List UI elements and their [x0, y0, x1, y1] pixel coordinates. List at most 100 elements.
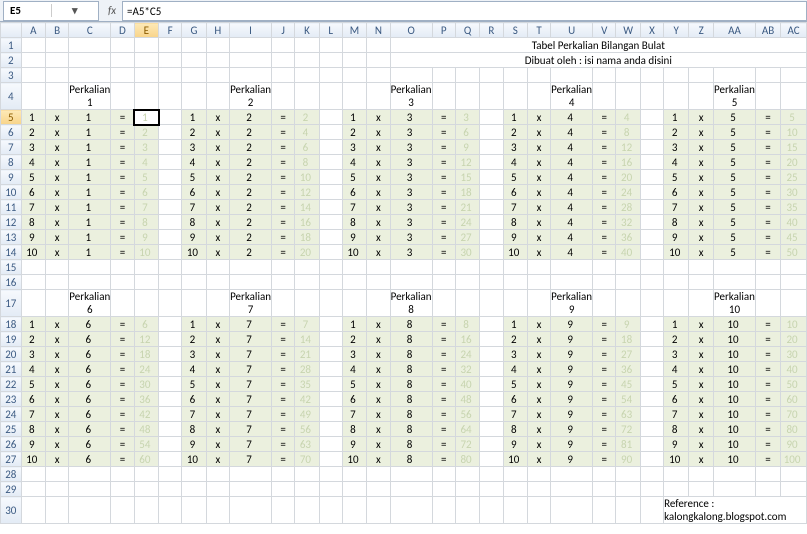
cell-C26[interactable]: 6	[69, 437, 111, 452]
cell-F9[interactable]	[159, 170, 182, 185]
cell-Q17[interactable]	[455, 290, 479, 317]
cell-I13[interactable]: 2	[230, 230, 272, 245]
cell-L11[interactable]	[319, 200, 342, 215]
cell-B21[interactable]: x	[46, 362, 69, 377]
cell-R23[interactable]	[480, 392, 503, 407]
cell-F17[interactable]	[159, 290, 182, 317]
cell-J12[interactable]: =	[272, 215, 295, 230]
cell-Z26[interactable]: x	[689, 437, 714, 452]
cell-D28[interactable]	[111, 467, 134, 482]
cell-J13[interactable]: =	[272, 230, 295, 245]
cell-X23[interactable]	[640, 392, 663, 407]
cell-R5[interactable]	[480, 110, 503, 125]
cell-J16[interactable]	[272, 275, 295, 290]
cell-X25[interactable]	[640, 422, 663, 437]
cell-V30[interactable]	[593, 497, 616, 524]
cell-I27[interactable]: 7	[230, 452, 272, 467]
cell-T24[interactable]: x	[527, 407, 550, 422]
cell-V10[interactable]: =	[593, 185, 616, 200]
cell-D21[interactable]: =	[111, 362, 134, 377]
cell-F19[interactable]	[159, 332, 182, 347]
cell-O8[interactable]: 3	[390, 155, 432, 170]
cell-AB9[interactable]: =	[755, 170, 780, 185]
cell-M12[interactable]: 8	[342, 215, 366, 230]
cell-V24[interactable]: =	[593, 407, 616, 422]
cell-J23[interactable]: =	[272, 392, 295, 407]
cell-M27[interactable]: 10	[342, 452, 366, 467]
col-header-E[interactable]: E	[134, 23, 158, 38]
cell-D29[interactable]	[111, 482, 134, 497]
cell-K5[interactable]: 2	[295, 110, 319, 125]
cell-B18[interactable]: x	[46, 317, 69, 332]
cell-B14[interactable]: x	[46, 245, 69, 260]
row-header-2[interactable]: 2	[1, 53, 22, 68]
cell-B24[interactable]: x	[46, 407, 69, 422]
cell-F27[interactable]	[159, 452, 182, 467]
cell-S25[interactable]: 8	[503, 422, 527, 437]
cell-V6[interactable]: =	[593, 125, 616, 140]
cell-A7[interactable]: 3	[21, 140, 45, 155]
cell-R11[interactable]	[480, 200, 503, 215]
cell-O6[interactable]: 3	[390, 125, 432, 140]
cell-L15[interactable]	[319, 260, 342, 275]
cell-D19[interactable]: =	[111, 332, 134, 347]
cell-C13[interactable]: 1	[69, 230, 111, 245]
cell-L4[interactable]	[319, 83, 342, 110]
cell-W7[interactable]: 12	[616, 140, 640, 155]
cell-A17[interactable]	[21, 290, 45, 317]
cell-P20[interactable]: =	[432, 347, 455, 362]
cell-K20[interactable]: 21	[295, 347, 319, 362]
cell-K17[interactable]	[295, 290, 319, 317]
cell-A22[interactable]: 5	[21, 377, 45, 392]
cell-M16[interactable]	[342, 275, 366, 290]
cell-O18[interactable]: 8	[390, 317, 432, 332]
cell-W18[interactable]: 9	[616, 317, 640, 332]
cell-L22[interactable]	[319, 377, 342, 392]
cell-B4[interactable]	[46, 83, 69, 110]
cell-R25[interactable]	[480, 422, 503, 437]
cell-AC9[interactable]: 25	[781, 170, 807, 185]
cell-C16[interactable]	[69, 275, 111, 290]
cell-Y17[interactable]	[664, 290, 689, 317]
cell-C14[interactable]: 1	[69, 245, 111, 260]
cell-K12[interactable]: 16	[295, 215, 319, 230]
col-header-F[interactable]: F	[159, 23, 182, 38]
cell-D12[interactable]: =	[111, 215, 134, 230]
cell-F26[interactable]	[159, 437, 182, 452]
cell-A30[interactable]	[21, 497, 45, 524]
cell-Q28[interactable]	[455, 467, 479, 482]
cell-L14[interactable]	[319, 245, 342, 260]
cell-M13[interactable]: 9	[342, 230, 366, 245]
cell-I19[interactable]: 7	[230, 332, 272, 347]
cell-G26[interactable]: 9	[182, 437, 206, 452]
cell-E1[interactable]	[134, 38, 158, 53]
cell-U23[interactable]: 9	[551, 392, 593, 407]
cell-F11[interactable]	[159, 200, 182, 215]
cell-X29[interactable]	[640, 482, 663, 497]
cell-H30[interactable]	[206, 497, 229, 524]
cell-P11[interactable]: =	[432, 200, 455, 215]
cell-Q10[interactable]: 18	[455, 185, 479, 200]
col-header-S[interactable]: S	[503, 23, 527, 38]
cell-T12[interactable]: x	[527, 215, 550, 230]
cell-N13[interactable]: x	[367, 230, 390, 245]
cell-C25[interactable]: 6	[69, 422, 111, 437]
cell-D16[interactable]	[111, 275, 134, 290]
cell-Q3[interactable]	[455, 68, 479, 83]
cell-Z21[interactable]: x	[689, 362, 714, 377]
cell-X13[interactable]	[640, 230, 663, 245]
row-header-16[interactable]: 16	[1, 275, 22, 290]
col-header-Z[interactable]: Z	[689, 23, 714, 38]
cell-R8[interactable]	[480, 155, 503, 170]
row-header-8[interactable]: 8	[1, 155, 22, 170]
cell-T19[interactable]: x	[527, 332, 550, 347]
row-header-30[interactable]: 30	[1, 497, 22, 524]
cell-W21[interactable]: 36	[616, 362, 640, 377]
cell-N9[interactable]: x	[367, 170, 390, 185]
cell-D5[interactable]: =	[111, 110, 134, 125]
cell-B12[interactable]: x	[46, 215, 69, 230]
cell-J29[interactable]	[272, 482, 295, 497]
cell-M15[interactable]	[342, 260, 366, 275]
cell-B22[interactable]: x	[46, 377, 69, 392]
cell-AC29[interactable]	[781, 482, 807, 497]
